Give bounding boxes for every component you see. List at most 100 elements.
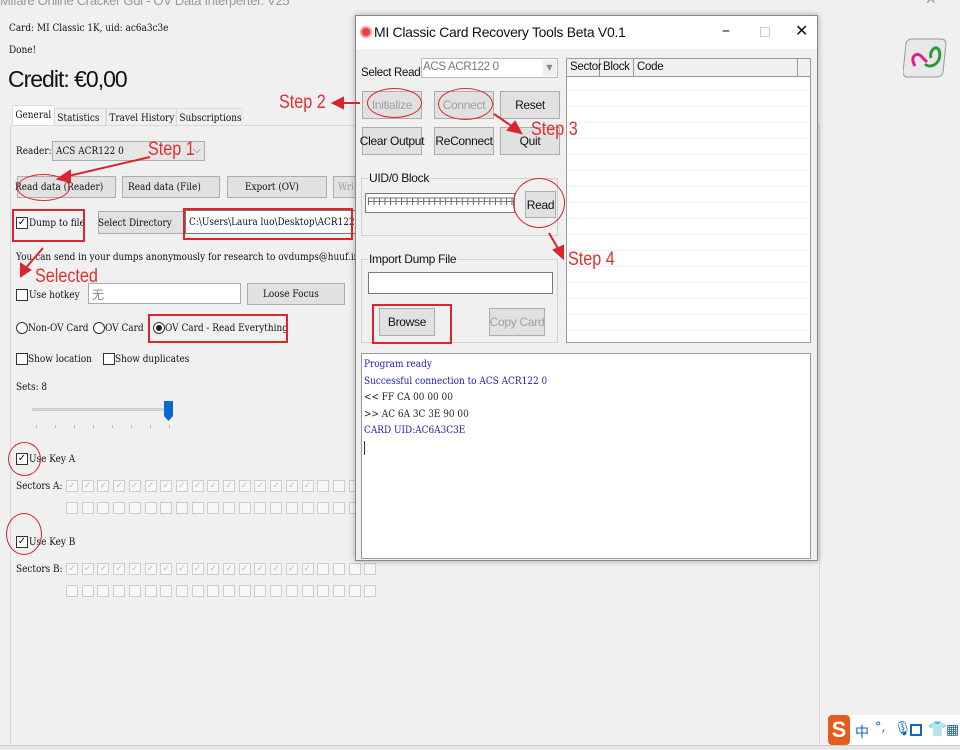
sector-b-checkbox[interactable]: ✓ bbox=[66, 563, 78, 575]
sector-a-checkbox[interactable] bbox=[238, 502, 251, 514]
column-header-code[interactable]: Code bbox=[634, 59, 798, 77]
show-location-checkbox[interactable] bbox=[16, 353, 28, 365]
sector-a-checkbox[interactable] bbox=[254, 502, 267, 514]
radio-1[interactable] bbox=[93, 322, 105, 334]
sector-b-checkbox[interactable]: ✓ bbox=[270, 563, 283, 575]
sector-a-checkbox[interactable] bbox=[144, 502, 157, 514]
keyboard-icon[interactable] bbox=[910, 724, 922, 736]
reader-combo[interactable]: ACS ACR122 0 ▼ bbox=[421, 58, 558, 78]
sector-a-checkbox[interactable]: ✓ bbox=[238, 480, 251, 492]
sector-a-checkbox[interactable] bbox=[128, 502, 141, 514]
sector-a-checkbox[interactable] bbox=[332, 480, 345, 492]
sector-a-checkbox[interactable] bbox=[175, 502, 188, 514]
tab-general[interactable]: General bbox=[12, 105, 55, 126]
sector-b-checkbox[interactable]: ✓ bbox=[160, 563, 173, 575]
sector-a-checkbox[interactable]: ✓ bbox=[97, 480, 110, 492]
output-log[interactable]: Program ready Successful connection to AC… bbox=[361, 353, 811, 559]
sogou-logo-icon[interactable]: S bbox=[828, 715, 850, 745]
sector-b-checkbox[interactable] bbox=[285, 585, 298, 597]
uid-field[interactable]: FFFFFFFFFFFFFFFFFFFFFFFFFFFFFFFF bbox=[365, 193, 515, 213]
sector-a-checkbox[interactable] bbox=[97, 502, 110, 514]
close-icon[interactable]: ✕ bbox=[795, 21, 808, 40]
sector-b-checkbox[interactable] bbox=[301, 585, 314, 597]
radio-0[interactable] bbox=[16, 322, 28, 334]
sector-a-checkbox[interactable]: ✓ bbox=[128, 480, 141, 492]
minimize-icon[interactable]: – bbox=[722, 20, 730, 39]
read-data-file-button[interactable]: Read data (File) bbox=[122, 176, 220, 198]
use-hotkey-checkbox[interactable] bbox=[16, 289, 28, 301]
sector-a-checkbox[interactable] bbox=[81, 502, 94, 514]
sector-b-checkbox[interactable] bbox=[81, 585, 94, 597]
column-header-sector[interactable]: Sector bbox=[567, 59, 602, 77]
import-file-field[interactable] bbox=[368, 272, 553, 294]
sector-b-checkbox[interactable] bbox=[191, 585, 204, 597]
sector-a-checkbox[interactable] bbox=[285, 502, 298, 514]
sector-b-checkbox[interactable]: ✓ bbox=[128, 563, 141, 575]
sector-b-checkbox[interactable]: ✓ bbox=[144, 563, 157, 575]
ime-lang-toggle[interactable]: 中 bbox=[855, 722, 869, 742]
sector-a-checkbox[interactable]: ✓ bbox=[160, 480, 173, 492]
sector-b-checkbox[interactable] bbox=[128, 585, 141, 597]
select-directory-button[interactable]: Select Directory bbox=[98, 211, 184, 234]
sector-b-checkbox[interactable]: ✓ bbox=[254, 563, 267, 575]
sector-b-checkbox[interactable] bbox=[317, 563, 330, 575]
ime-punct-toggle[interactable]: °, bbox=[875, 720, 886, 735]
sector-b-checkbox[interactable]: ✓ bbox=[238, 563, 251, 575]
loose-focus-button[interactable]: Loose Focus bbox=[247, 283, 345, 305]
sector-b-checkbox[interactable] bbox=[348, 563, 361, 575]
sector-a-checkbox[interactable]: ✓ bbox=[223, 480, 235, 492]
sector-b-checkbox[interactable] bbox=[144, 585, 157, 597]
sets-slider-track[interactable] bbox=[32, 408, 172, 411]
sector-a-checkbox[interactable] bbox=[207, 502, 220, 514]
sector-b-checkbox[interactable] bbox=[97, 585, 110, 597]
tab-subscriptions[interactable]: Subscriptions bbox=[176, 108, 243, 126]
copy-card-button[interactable]: Copy Card bbox=[489, 308, 545, 336]
sector-a-checkbox[interactable] bbox=[270, 502, 283, 514]
sector-b-checkbox[interactable] bbox=[160, 585, 173, 597]
sector-a-checkbox[interactable]: ✓ bbox=[113, 480, 126, 492]
sector-b-checkbox[interactable] bbox=[332, 563, 345, 575]
sector-a-checkbox[interactable]: ✓ bbox=[301, 480, 314, 492]
sector-a-checkbox[interactable]: ✓ bbox=[254, 480, 267, 492]
sector-a-checkbox[interactable] bbox=[317, 502, 330, 514]
toolbox-icon[interactable]: ▦ bbox=[946, 722, 959, 738]
sector-a-checkbox[interactable]: ✓ bbox=[207, 480, 220, 492]
sector-b-checkbox[interactable] bbox=[238, 585, 251, 597]
close-icon[interactable]: ✕ bbox=[925, 0, 937, 8]
sector-a-checkbox[interactable]: ✓ bbox=[81, 480, 94, 492]
sector-b-checkbox[interactable] bbox=[113, 585, 126, 597]
sector-b-checkbox[interactable] bbox=[223, 585, 235, 597]
clear-output-button[interactable]: Clear Output bbox=[360, 127, 425, 155]
reset-button[interactable]: Reset bbox=[500, 91, 560, 119]
sector-a-checkbox[interactable]: ✓ bbox=[175, 480, 188, 492]
sector-a-checkbox[interactable]: ✓ bbox=[144, 480, 157, 492]
sector-b-checkbox[interactable] bbox=[332, 585, 345, 597]
sector-a-checkbox[interactable] bbox=[191, 502, 204, 514]
sector-b-checkbox[interactable] bbox=[364, 585, 377, 597]
tab-travel-history[interactable]: Travel History bbox=[106, 108, 177, 126]
sector-a-checkbox[interactable]: ✓ bbox=[285, 480, 298, 492]
skin-icon[interactable]: 👕 bbox=[928, 720, 947, 738]
sector-b-checkbox[interactable]: ✓ bbox=[81, 563, 94, 575]
sector-b-checkbox[interactable] bbox=[175, 585, 188, 597]
sector-a-checkbox[interactable] bbox=[113, 502, 126, 514]
maximize-icon[interactable] bbox=[760, 27, 770, 37]
sector-b-checkbox[interactable]: ✓ bbox=[97, 563, 110, 575]
sector-a-checkbox[interactable]: ✓ bbox=[270, 480, 283, 492]
sector-b-checkbox[interactable] bbox=[270, 585, 283, 597]
sector-b-checkbox[interactable]: ✓ bbox=[207, 563, 220, 575]
tab-statistics[interactable]: Statistics bbox=[54, 108, 107, 126]
sector-b-checkbox[interactable]: ✓ bbox=[113, 563, 126, 575]
sector-b-checkbox[interactable] bbox=[66, 585, 78, 597]
sector-b-checkbox[interactable] bbox=[348, 585, 361, 597]
sector-b-checkbox[interactable]: ✓ bbox=[301, 563, 314, 575]
sector-b-checkbox[interactable] bbox=[364, 563, 377, 575]
sector-b-checkbox[interactable]: ✓ bbox=[191, 563, 204, 575]
sector-table[interactable]: Sector Block Code bbox=[566, 58, 811, 343]
sector-a-checkbox[interactable] bbox=[317, 480, 330, 492]
hotkey-field[interactable]: 无 bbox=[88, 283, 241, 304]
sector-a-checkbox[interactable]: ✓ bbox=[191, 480, 204, 492]
show-duplicates-checkbox[interactable] bbox=[103, 353, 115, 365]
sector-b-checkbox[interactable]: ✓ bbox=[285, 563, 298, 575]
sector-a-checkbox[interactable] bbox=[332, 502, 345, 514]
